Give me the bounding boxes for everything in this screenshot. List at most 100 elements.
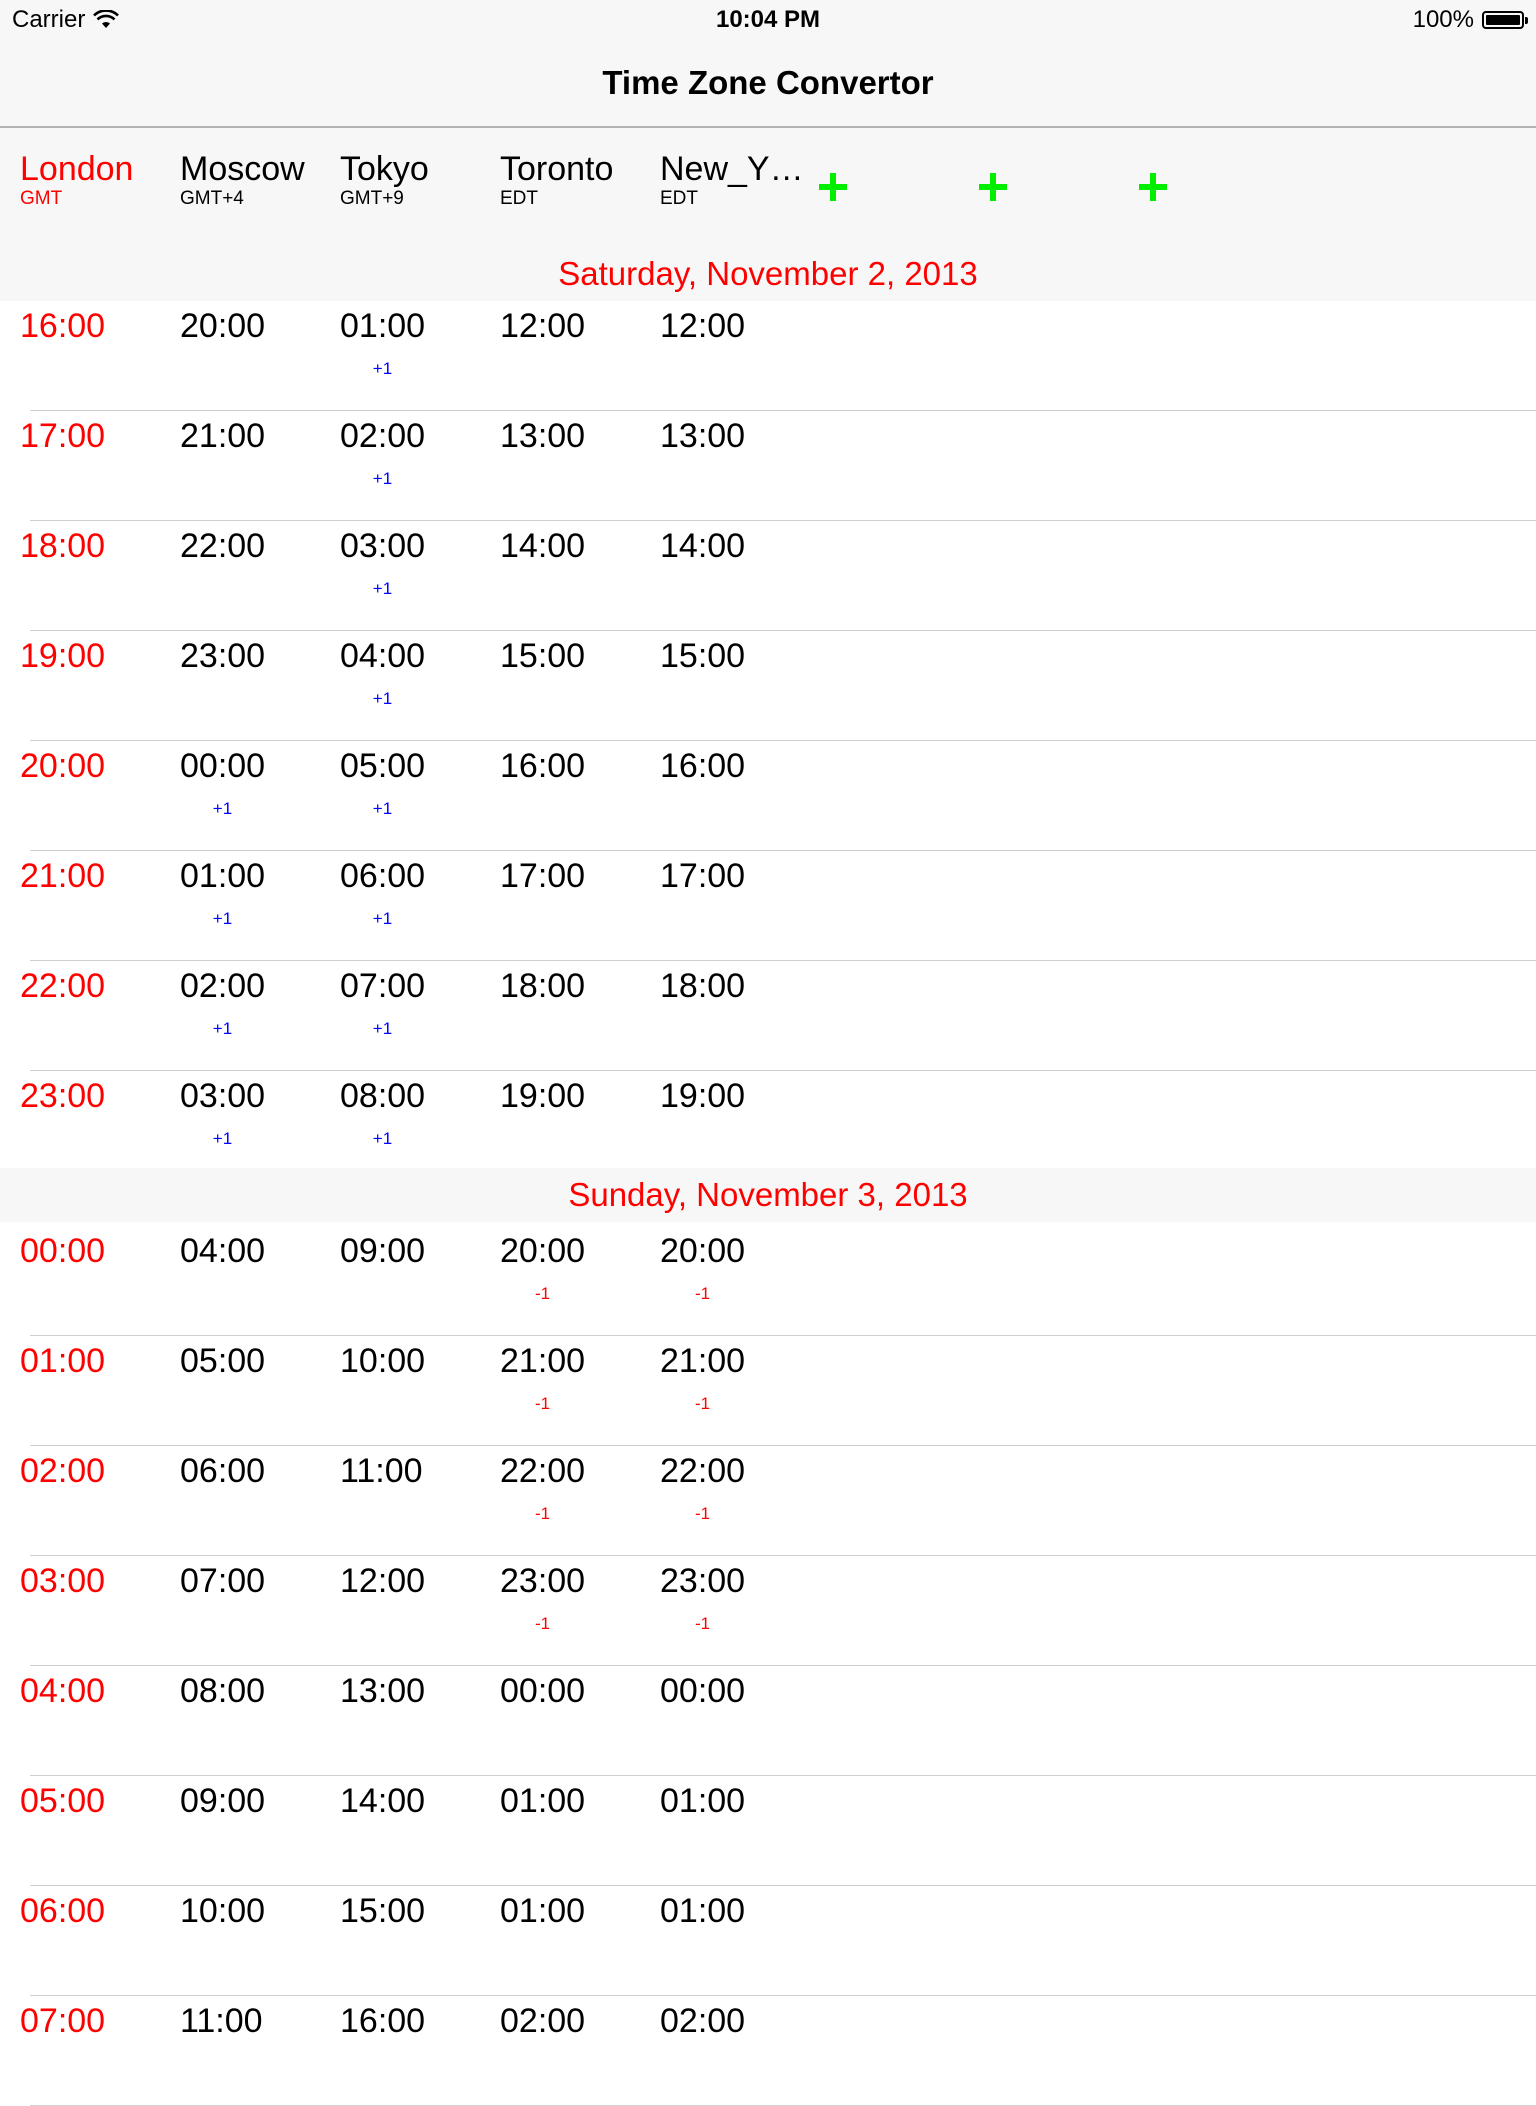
day-offset-badge: -1 <box>694 1504 711 1523</box>
zone-name: Moscow <box>180 150 305 188</box>
time-cell-new-york: 01:00 <box>660 1890 745 1932</box>
time-value: 23:00 <box>660 1562 746 1600</box>
table-row[interactable]: 22:00 02:00 +1 07:00 +1 18:00 18:00 <box>0 961 1536 1071</box>
time-cell-tokyo: 16:00 <box>340 2000 425 2042</box>
time-cell-new-york: 00:00 <box>660 1670 745 1712</box>
time-value: 20:00 <box>660 1232 746 1270</box>
time-value: 07:00 <box>340 967 426 1005</box>
time-value: 19:00 <box>660 1077 746 1115</box>
time-value: 00:00 <box>500 1672 586 1710</box>
time-cell-moscow: 22:00 <box>180 525 265 567</box>
time-cell-london: 07:00 <box>20 2000 105 2042</box>
table-row[interactable]: 05:00 09:00 14:00 01:00 01:00 <box>0 1776 1536 1886</box>
zone-column-london[interactable]: London GMT <box>20 150 133 210</box>
time-cell-tokyo: 11:00 <box>340 1450 423 1492</box>
time-cell-moscow: 01:00 +1 <box>180 855 265 929</box>
time-cell-moscow: 00:00 +1 <box>180 745 265 819</box>
time-cell-london: 19:00 <box>20 635 105 677</box>
time-value: 22:00 <box>500 1452 586 1490</box>
zone-offset: GMT+4 <box>180 188 244 209</box>
table-row[interactable]: 16:00 20:00 01:00 +1 12:00 12:00 <box>0 301 1536 411</box>
day-offset-badge: +1 <box>212 1019 233 1038</box>
day-offset-badge: +1 <box>212 909 233 928</box>
time-cell-london: 05:00 <box>20 1780 105 1822</box>
day-offset-badge: +1 <box>372 579 393 598</box>
time-value: 14:00 <box>660 527 746 565</box>
time-cell-london: 16:00 <box>20 305 105 347</box>
table-row[interactable]: 07:00 11:00 16:00 02:00 02:00 <box>0 1996 1536 2106</box>
zone-offset: GMT+9 <box>340 188 404 209</box>
table-row[interactable]: 01:00 05:00 10:00 21:00 -1 21:00 -1 <box>0 1336 1536 1446</box>
time-value: 16:00 <box>340 2002 426 2040</box>
time-cell-tokyo: 14:00 <box>340 1780 425 1822</box>
day-offset-badge: +1 <box>212 799 233 818</box>
table-row[interactable]: 00:00 04:00 09:00 20:00 -1 20:00 -1 <box>0 1226 1536 1336</box>
time-value: 20:00 <box>20 747 106 785</box>
day-offset-badge: +1 <box>372 359 393 378</box>
time-value: 06:00 <box>340 857 426 895</box>
time-cell-toronto: 15:00 <box>500 635 585 677</box>
table-row[interactable]: 19:00 23:00 04:00 +1 15:00 15:00 <box>0 631 1536 741</box>
status-time: 10:04 PM <box>715 6 821 33</box>
time-value: 13:00 <box>500 417 586 455</box>
time-value: 01:00 <box>340 307 426 345</box>
time-cell-tokyo: 06:00 +1 <box>340 855 425 929</box>
time-value: 15:00 <box>500 637 586 675</box>
time-cell-london: 22:00 <box>20 965 105 1007</box>
zone-column-moscow[interactable]: Moscow GMT+4 <box>180 150 305 210</box>
day-offset-badge: +1 <box>372 689 393 708</box>
time-cell-moscow: 10:00 <box>180 1890 265 1932</box>
time-value: 13:00 <box>660 417 746 455</box>
table-row[interactable]: 02:00 06:00 11:00 22:00 -1 22:00 -1 <box>0 1446 1536 1556</box>
time-cell-toronto: 16:00 <box>500 745 585 787</box>
table-row[interactable]: 20:00 00:00 +1 05:00 +1 16:00 16:00 <box>0 741 1536 851</box>
time-value: 06:00 <box>20 1892 106 1930</box>
day-offset-badge: +1 <box>372 1129 393 1148</box>
add-zone-button[interactable] <box>1136 168 1176 208</box>
zone-column-new-york[interactable]: New_Y… EDT <box>660 150 804 210</box>
zone-column-tokyo[interactable]: Tokyo GMT+9 <box>340 150 429 210</box>
page-title: Time Zone Convertor <box>602 64 934 101</box>
status-bar: Carrier 10:04 PM 100% <box>0 0 1536 40</box>
time-value: 07:00 <box>20 2002 106 2040</box>
table-row[interactable]: 17:00 21:00 02:00 +1 13:00 13:00 <box>0 411 1536 521</box>
time-value: 04:00 <box>340 637 426 675</box>
table-row[interactable]: 03:00 07:00 12:00 23:00 -1 23:00 -1 <box>0 1556 1536 1666</box>
time-value: 19:00 <box>20 637 106 675</box>
battery-indicator: 100% <box>1413 6 1528 34</box>
navigation-bar: Time Zone Convertor <box>0 40 1536 128</box>
time-value: 23:00 <box>500 1562 586 1600</box>
time-value: 02:00 <box>180 967 266 1005</box>
time-value: 02:00 <box>20 1452 106 1490</box>
time-value: 04:00 <box>20 1672 106 1710</box>
time-value: 00:00 <box>180 747 266 785</box>
time-value: 02:00 <box>340 417 426 455</box>
table-row[interactable]: 18:00 22:00 03:00 +1 14:00 14:00 <box>0 521 1536 631</box>
table-row[interactable]: 23:00 03:00 +1 08:00 +1 19:00 19:00 <box>0 1071 1536 1181</box>
table-row[interactable]: 21:00 01:00 +1 06:00 +1 17:00 17:00 <box>0 851 1536 961</box>
time-value: 17:00 <box>660 857 746 895</box>
time-cell-new-york: 13:00 <box>660 415 745 457</box>
time-cell-moscow: 05:00 <box>180 1340 265 1382</box>
time-cell-moscow: 06:00 <box>180 1450 265 1492</box>
time-value: 12:00 <box>660 307 746 345</box>
time-cell-toronto: 01:00 <box>500 1780 585 1822</box>
table-row[interactable]: 04:00 08:00 13:00 00:00 00:00 <box>0 1666 1536 1776</box>
time-value: 07:00 <box>180 1562 266 1600</box>
time-cell-london: 18:00 <box>20 525 105 567</box>
add-zone-button[interactable] <box>976 168 1016 208</box>
time-value: 17:00 <box>20 417 106 455</box>
day-offset-badge: +1 <box>212 1129 233 1148</box>
time-cell-new-york: 18:00 <box>660 965 745 1007</box>
time-cell-toronto: 17:00 <box>500 855 585 897</box>
time-cell-moscow: 03:00 +1 <box>180 1075 265 1149</box>
time-cell-tokyo: 10:00 <box>340 1340 425 1382</box>
table-row[interactable]: 06:00 10:00 15:00 01:00 01:00 <box>0 1886 1536 1996</box>
time-cell-toronto: 21:00 -1 <box>500 1340 585 1414</box>
time-value: 14:00 <box>500 527 586 565</box>
zone-column-toronto[interactable]: Toronto EDT <box>500 150 613 210</box>
time-value: 06:00 <box>180 1452 266 1490</box>
time-cell-moscow: 02:00 +1 <box>180 965 265 1039</box>
time-value: 04:00 <box>180 1232 266 1270</box>
add-zone-button[interactable] <box>816 168 856 208</box>
